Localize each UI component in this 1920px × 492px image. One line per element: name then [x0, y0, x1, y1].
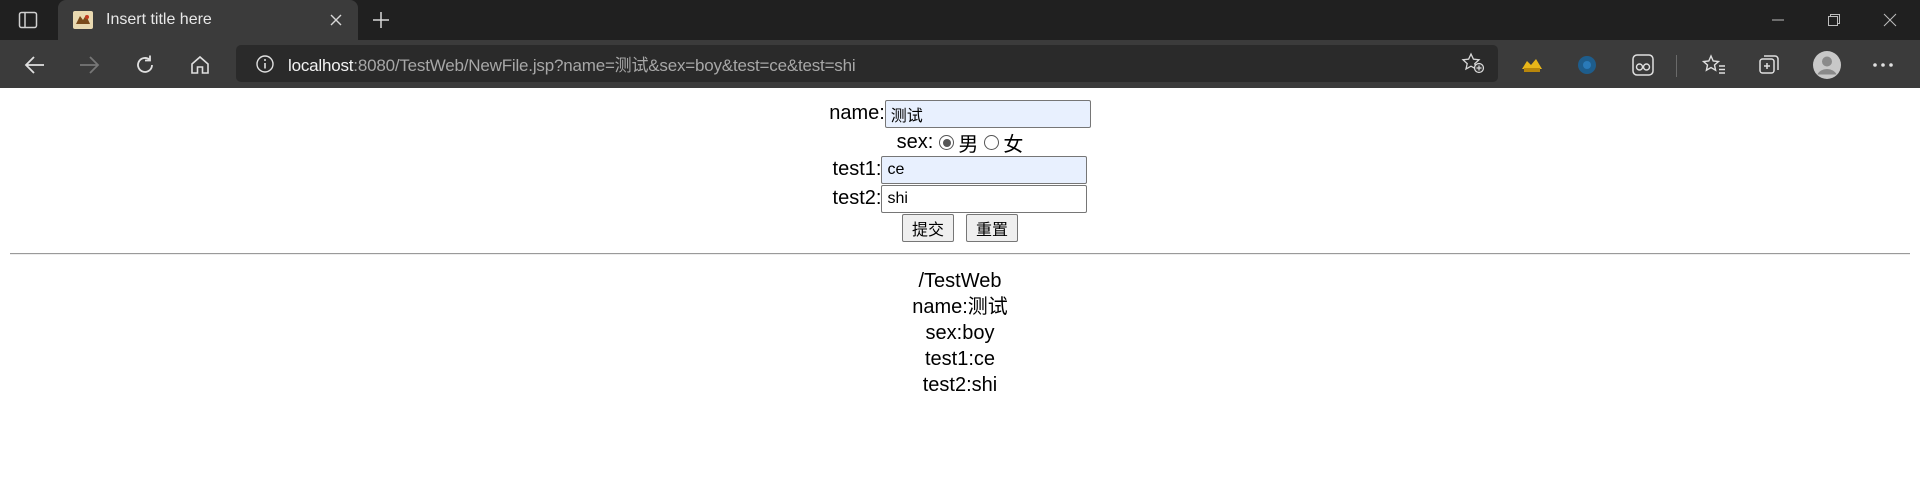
form-buttons-row: 提交 重置 [0, 213, 1920, 242]
extension-tomcat-button[interactable] [1515, 48, 1549, 82]
address-url: localhost:8080/TestWeb/NewFile.jsp?name=… [288, 51, 856, 76]
collections-button[interactable] [1752, 48, 1786, 82]
forward-button[interactable] [72, 48, 106, 82]
home-button[interactable] [183, 48, 217, 82]
sex-male-label: 男 [958, 134, 979, 156]
extension-glasses-icon [1632, 54, 1654, 76]
tab-actions-button[interactable] [14, 8, 42, 32]
restore-button[interactable] [1806, 0, 1862, 40]
extension-cat-icon [1522, 59, 1542, 72]
sex-label: sex: [896, 131, 934, 153]
address-bar[interactable]: localhost:8080/TestWeb/NewFile.jsp?name=… [236, 45, 1498, 82]
home-icon [191, 55, 209, 74]
close-window-icon [1883, 13, 1897, 27]
address-path: :8080/TestWeb/NewFile.jsp?name=测试&sex=bo… [353, 56, 856, 75]
tomcat-favicon-icon [73, 11, 93, 29]
test2-label: test2: [832, 187, 882, 209]
test1-row: test1: [0, 155, 1920, 184]
favorites-icon [1702, 54, 1725, 74]
page-content: name: sex: 男 女 test1: test2: 提交 重置 /Test… [0, 88, 1920, 492]
minimize-button[interactable] [1750, 0, 1806, 40]
settings-menu-button[interactable] [1866, 48, 1900, 82]
submit-button[interactable]: 提交 [901, 213, 954, 242]
star-add-icon [1461, 52, 1485, 74]
refresh-button[interactable] [128, 48, 162, 82]
sex-female-label: 女 [1003, 134, 1024, 156]
sex-male-radio[interactable] [939, 135, 955, 150]
tab-close-button[interactable] [322, 6, 350, 34]
minimize-icon [1772, 19, 1784, 21]
active-tab[interactable]: Insert title here [58, 0, 358, 40]
close-icon [330, 14, 342, 26]
arrow-left-icon [24, 56, 44, 74]
extension-glasses-button[interactable] [1626, 48, 1660, 82]
browser-toolbar: localhost:8080/TestWeb/NewFile.jsp?name=… [0, 40, 1920, 88]
extension-blue-button[interactable] [1570, 48, 1604, 82]
extension-gear-icon [1578, 56, 1596, 74]
name-label: name: [829, 102, 885, 124]
test1-input[interactable] [881, 155, 1088, 184]
tab-strip: Insert title here [0, 0, 1920, 40]
test2-input[interactable] [881, 184, 1088, 213]
sex-female-radio[interactable] [984, 135, 1000, 150]
output-test1-line: test1:ce [924, 348, 996, 370]
back-button[interactable] [18, 48, 52, 82]
test1-label: test1: [832, 158, 882, 180]
tab-title: Insert title here [106, 11, 212, 28]
close-window-button[interactable] [1862, 0, 1918, 40]
toolbar-divider [1676, 55, 1677, 77]
info-icon [256, 54, 274, 73]
output-sex-line: sex:boy [925, 322, 995, 344]
arrow-right-icon [80, 56, 100, 74]
new-tab-button[interactable] [366, 6, 396, 34]
collections-icon [1759, 55, 1779, 74]
avatar-icon [1813, 51, 1841, 79]
profile-button[interactable] [1810, 48, 1844, 82]
output-name-line: name:测试 [912, 296, 1008, 318]
name-row: name: [0, 99, 1920, 128]
restore-icon [1828, 14, 1840, 26]
sex-row: sex: 男 女 [0, 128, 1920, 157]
output-context-path: /TestWeb [918, 270, 1002, 292]
refresh-icon [137, 55, 153, 73]
more-dots-icon [1873, 63, 1893, 67]
address-host: localhost [288, 56, 354, 75]
output-test2-line: test2:shi [922, 374, 998, 396]
tab-actions-icon [18, 11, 38, 29]
reset-button[interactable]: 重置 [966, 213, 1019, 242]
add-favorite-button[interactable] [1458, 48, 1488, 78]
horizontal-rule [10, 253, 1910, 255]
test2-row: test2: [0, 184, 1920, 213]
plus-icon [373, 12, 389, 28]
name-input[interactable] [884, 99, 1091, 128]
favorites-button[interactable] [1697, 48, 1731, 82]
site-info-button[interactable] [250, 49, 280, 79]
